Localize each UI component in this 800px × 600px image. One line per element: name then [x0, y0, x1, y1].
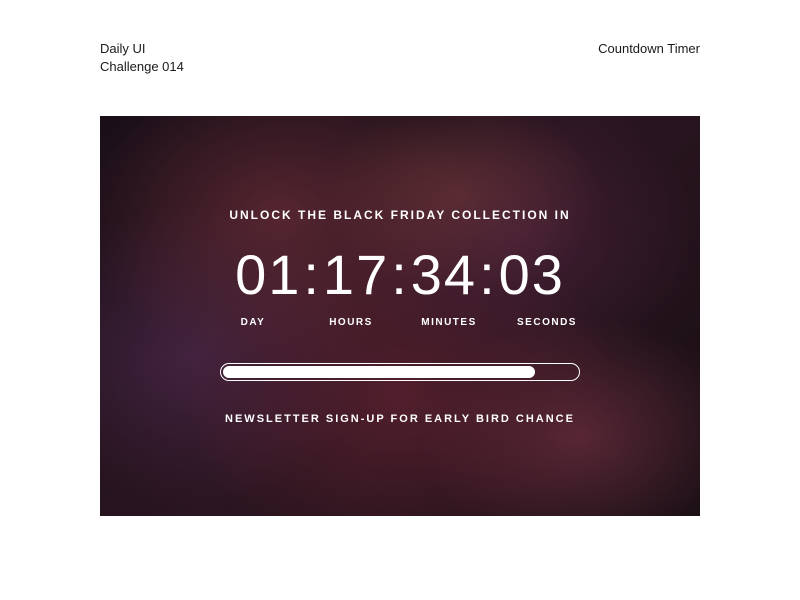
header-title-line1: Daily UI [100, 40, 184, 58]
label-hours: HOURS [319, 317, 383, 328]
progress-bar [220, 363, 580, 381]
newsletter-signup-text[interactable]: NEWSLETTER SIGN-UP FOR EARLY BIRD CHANCE [225, 413, 575, 425]
label-minutes: MINUTES [417, 317, 481, 328]
header-left: Daily UI Challenge 014 [100, 40, 184, 76]
label-seconds: SECONDS [515, 317, 579, 328]
progress-fill [223, 366, 535, 378]
label-day: DAY [221, 317, 285, 328]
separator: : [479, 242, 497, 307]
countdown-card: UNLOCK THE BLACK FRIDAY COLLECTION IN 01… [100, 116, 700, 516]
page-header: Daily UI Challenge 014 Countdown Timer [100, 40, 700, 76]
countdown-hours: 17 [323, 242, 389, 307]
separator: : [391, 242, 409, 307]
countdown-seconds: 03 [499, 242, 565, 307]
card-heading: UNLOCK THE BLACK FRIDAY COLLECTION IN [229, 208, 570, 222]
header-right: Countdown Timer [598, 40, 700, 76]
countdown-timer: 01 : 17 : 34 : 03 [235, 242, 565, 307]
countdown-labels: DAY HOURS MINUTES SECONDS [221, 317, 579, 328]
countdown-day: 01 [235, 242, 301, 307]
countdown-minutes: 34 [411, 242, 477, 307]
header-title-line2: Challenge 014 [100, 58, 184, 76]
separator: : [303, 242, 321, 307]
